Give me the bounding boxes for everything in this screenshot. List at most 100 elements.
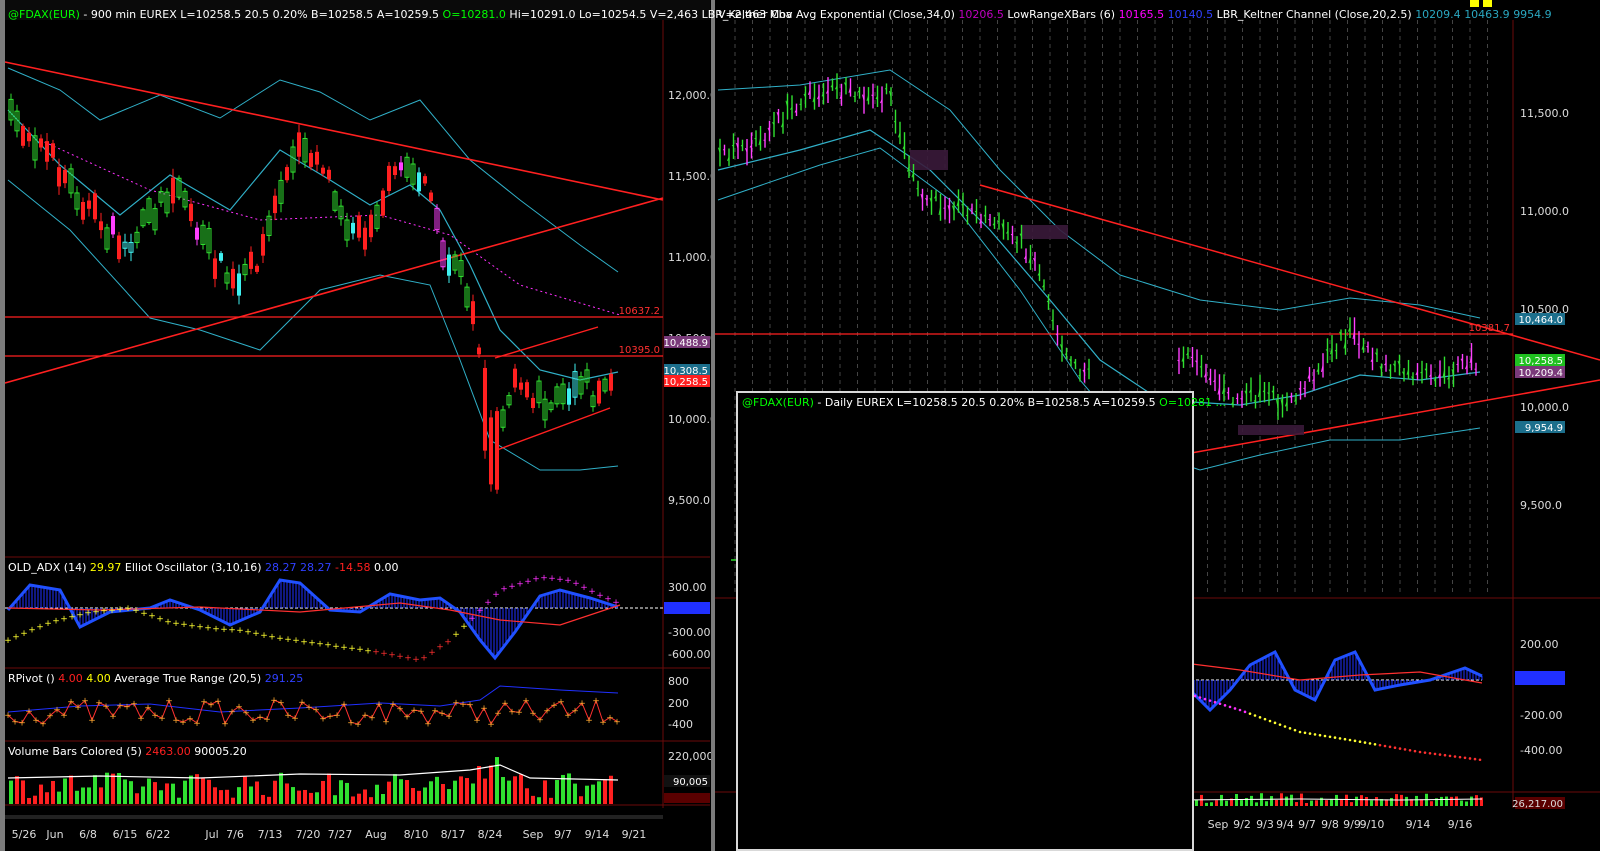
mav-label: Mov Avg Exponential (Close,34,0) — [769, 8, 955, 21]
volume-v2: 90005.20 — [194, 745, 247, 758]
adx-cross: + — [316, 640, 324, 650]
low: Lo=10254.5 — [578, 8, 647, 21]
rpivot-dot: + — [445, 712, 453, 722]
adx-cross: + — [516, 580, 524, 590]
adx-cross: + — [500, 585, 508, 595]
open: O=10281.0 — [442, 8, 506, 21]
rpivot-dot: + — [263, 715, 271, 725]
right-volume-bar — [1275, 799, 1278, 806]
adx-cross: + — [140, 609, 148, 619]
adx-cross: + — [68, 613, 76, 623]
adx-cross: + — [428, 648, 436, 658]
right-volume-bar — [1420, 799, 1423, 806]
volume-bar — [189, 775, 193, 804]
volume-bar — [57, 791, 61, 804]
left-candle — [387, 165, 391, 192]
right-adx-dot — [1238, 708, 1242, 712]
volume-bar — [501, 777, 505, 804]
right-adx-dot — [1393, 746, 1397, 750]
right-adx-dot — [1368, 742, 1372, 745]
window-control-icon — [1470, 0, 1479, 7]
volume-bar — [159, 790, 163, 804]
adx-cross: + — [572, 579, 580, 589]
left-level-label-2: 10395.0 — [619, 345, 660, 356]
volume-bar — [99, 787, 103, 804]
volume-bar — [69, 775, 73, 804]
left-candle — [327, 169, 331, 180]
right-candle-tick — [1366, 345, 1369, 348]
rpivot-dot: + — [536, 716, 544, 726]
right-volume-bar — [1330, 798, 1333, 806]
volume-bar — [123, 779, 127, 804]
kc-v2: 10463.9 — [1464, 8, 1510, 21]
left-candle — [567, 388, 571, 405]
exchange: EUREX — [139, 8, 177, 21]
adx-cross: + — [612, 598, 620, 608]
volume-bar — [75, 790, 79, 804]
left-candle — [525, 382, 529, 398]
rpivot-tick: 200 — [668, 697, 689, 710]
volume-bar — [213, 787, 217, 804]
volume-bar — [219, 790, 223, 804]
right-adx-dot — [1443, 753, 1447, 757]
elliot-value-tag — [664, 602, 710, 614]
volume-bar — [549, 797, 553, 804]
adx-cross: + — [508, 582, 516, 592]
left-x-tick: Jul — [204, 828, 218, 841]
right-adx-dot — [1433, 752, 1437, 756]
right-adx-dot — [1428, 751, 1432, 755]
volume-bar — [543, 780, 547, 804]
right-adx-dot — [1303, 731, 1307, 735]
inset-chart-header[interactable]: @FDAX(EUR) - Daily EUREX L=10258.5 20.5 … — [742, 396, 1226, 409]
right-chart-header[interactable]: V=2,463 Mov Avg Exponential (Close,34,0)… — [718, 8, 1552, 21]
right-adx-dot — [1348, 738, 1352, 742]
volume-bar — [417, 790, 421, 804]
rpivot-dot: + — [221, 720, 229, 730]
right-adx-dot — [1373, 742, 1377, 746]
volume-bar — [21, 780, 25, 804]
right-volume-bar — [1200, 794, 1203, 806]
left-candle — [21, 125, 25, 146]
left-x-tick: 9/7 — [554, 828, 572, 841]
rpivot-dot: + — [473, 716, 481, 726]
rpivot-dot: + — [109, 712, 117, 722]
adx-cross: + — [36, 622, 44, 632]
right-tag-keltner-upper: 10,464.0 — [1515, 313, 1565, 326]
right-volume-bar — [1220, 794, 1223, 806]
volume-panel-header: Volume Bars Colored (5) 2463.00 90005.20 — [8, 745, 247, 758]
left-x-tick: 7/20 — [296, 828, 321, 841]
rpivot-dot: + — [417, 707, 425, 717]
kc-v1: 10209.4 — [1415, 8, 1461, 21]
elliot-v4: 0.00 — [373, 561, 399, 574]
adx-cross: + — [28, 626, 36, 636]
right-tag-ema: 10,209.4 — [1515, 366, 1565, 379]
volume-bar — [225, 789, 229, 804]
rpivot-dot: + — [592, 696, 600, 706]
volume-bar — [135, 793, 139, 804]
rpivot-dot: + — [333, 711, 341, 721]
right-adx-dot — [1208, 699, 1212, 702]
volume-bar — [495, 757, 499, 804]
right-volume-bar — [1470, 796, 1473, 806]
adx-cross: + — [596, 591, 604, 601]
adx-cross: + — [308, 638, 316, 648]
left-candle — [531, 397, 535, 409]
inset-window[interactable]: @FDAX(EUR) - Daily EUREX L=10258.5 20.5 … — [736, 391, 1226, 851]
adx-cross: + — [332, 642, 340, 652]
right-adx-dot — [1438, 753, 1442, 756]
left-chart-header[interactable]: @FDAX(EUR) - 900 min EUREX L=10258.5 20.… — [8, 8, 792, 21]
volume-bar — [519, 774, 523, 804]
right-adx-dot — [1478, 758, 1482, 762]
right-y-tick: 11,000.0 — [1520, 205, 1569, 218]
atr-label: Average True Range (20,5) — [114, 672, 262, 685]
volume-bar — [357, 793, 361, 804]
rpivot-dot: + — [494, 709, 502, 719]
volume-label: Volume Bars Colored (5) — [8, 745, 142, 758]
rpivot-dot: + — [585, 716, 593, 726]
left-candle — [231, 268, 235, 289]
right-tag-ema-text: 10,209.4 — [1518, 368, 1563, 379]
rpivot-dot: + — [487, 720, 495, 730]
volume-bar — [15, 776, 19, 804]
elliot-tick: -300.00 — [668, 626, 710, 639]
kc-label: LBR_Keltner Channel (Close,20,2.5) — [1216, 8, 1412, 21]
